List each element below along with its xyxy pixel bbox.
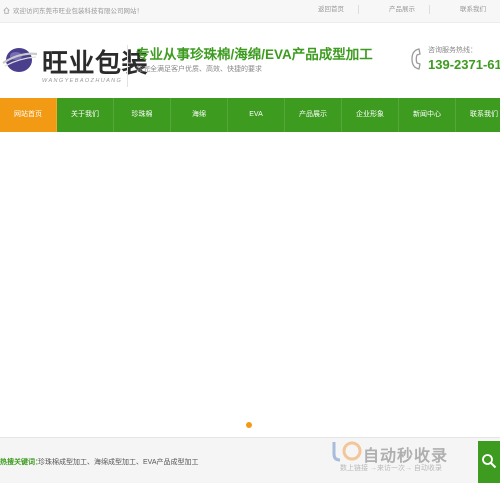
nav-item-pearl-cotton[interactable]: 珍珠棉	[114, 98, 171, 132]
home-icon	[3, 6, 10, 14]
banner-slider	[0, 132, 500, 437]
brand-name: 旺业包装	[42, 49, 149, 79]
header: 旺业包装 WANGYEBAOZHUANG 专业从事珍珠棉/海绵/EVA产品成型加…	[0, 23, 500, 98]
phone-icon	[411, 48, 421, 70]
nav-item-corporate-image[interactable]: 企业形象	[342, 98, 399, 132]
site-logo[interactable]: 旺业包装 WANGYEBAOZHUANG	[2, 39, 148, 99]
watermark-logo-icon	[332, 441, 362, 462]
nav-item-about[interactable]: 关于我们	[57, 98, 114, 132]
welcome-text: 欢迎访问东莞市旺业包装科技有限公司网站！	[13, 8, 143, 15]
globe-logo-icon	[2, 48, 38, 72]
welcome-text-group: 欢迎访问东莞市旺业包装科技有限公司网站！	[3, 5, 143, 15]
top-link-products[interactable]: 产品展示	[358, 5, 429, 14]
top-links: 返回首页 产品展示 联系我们	[288, 5, 500, 14]
nav-item-news[interactable]: 新闻中心	[399, 98, 456, 132]
hotline: 咨询服务热线： 139-2371-615	[410, 45, 500, 85]
watermark: 自动秒收录 数上链接 →来访一次→ 自动收录	[328, 440, 488, 480]
slider-dot-active[interactable]	[246, 422, 252, 428]
main-nav: 网站首页 关于我们 珍珠棉 海绵 EVA 产品展示 企业形象 新闻中心 联系我们	[0, 98, 500, 132]
nav-item-eva[interactable]: EVA	[228, 98, 285, 132]
nav-item-products[interactable]: 产品展示	[285, 98, 342, 132]
header-divider	[127, 45, 128, 87]
hot-keywords-title: 热搜关键词：	[0, 459, 42, 466]
nav-item-sponge[interactable]: 海绵	[171, 98, 228, 132]
top-link-home[interactable]: 返回首页	[288, 5, 358, 14]
header-subslogan: 能完全满足客户优质、高效、快捷的要求	[136, 66, 262, 73]
hotline-label: 咨询服务热线：	[428, 47, 477, 54]
hotline-number: 139-2371-615	[428, 57, 500, 72]
nav-item-home[interactable]: 网站首页	[0, 98, 57, 132]
header-slogan: 专业从事珍珠棉/海绵/EVA产品成型加工	[136, 47, 373, 62]
brand-pinyin: WANGYEBAOZHUANG	[42, 78, 123, 84]
nav-item-contact[interactable]: 联系我们	[456, 98, 500, 132]
top-bar: 欢迎访问东莞市旺业包装科技有限公司网站！ 返回首页 产品展示 联系我们	[0, 0, 500, 23]
watermark-sub-text: 数上链接 →来访一次→ 自动收录	[340, 465, 442, 472]
top-link-contact[interactable]: 联系我们	[429, 5, 500, 14]
hot-keywords-list[interactable]: 珍珠棉成型加工、海绵成型加工、EVA产品成型加工	[38, 457, 199, 467]
